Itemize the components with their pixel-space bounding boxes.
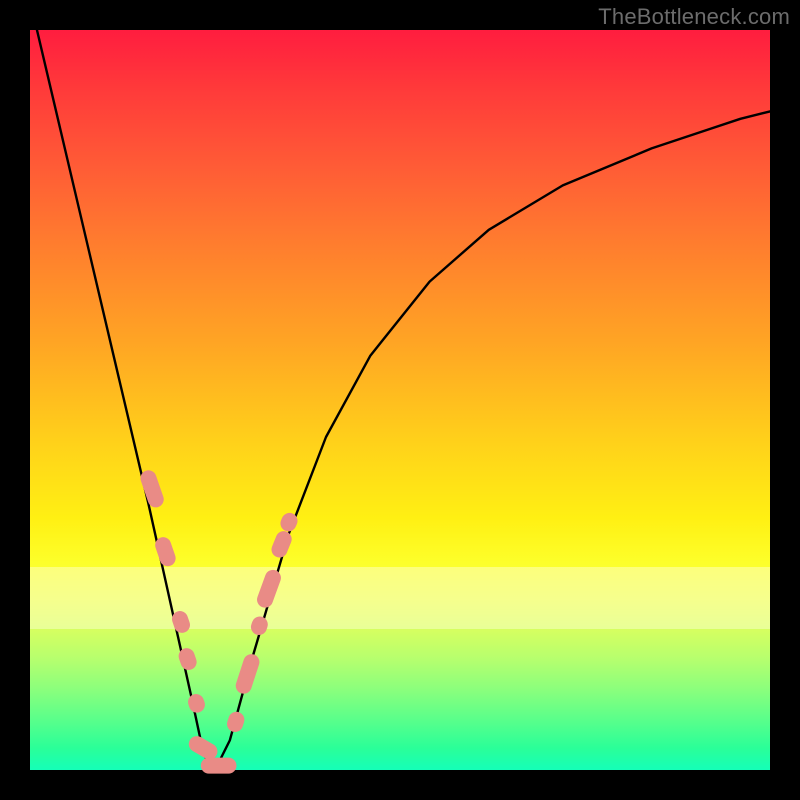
data-marker — [255, 568, 283, 610]
data-marker — [138, 468, 166, 509]
data-marker — [186, 692, 207, 715]
curve-layer — [0, 0, 800, 800]
bottleneck-curve — [30, 0, 770, 770]
watermark-text: TheBottleneck.com — [598, 4, 790, 30]
data-marker — [201, 758, 237, 774]
data-marker — [249, 614, 270, 637]
chart-stage: TheBottleneck.com — [0, 0, 800, 800]
data-marker — [225, 710, 247, 734]
data-marker — [234, 652, 262, 696]
data-marker — [269, 529, 294, 560]
